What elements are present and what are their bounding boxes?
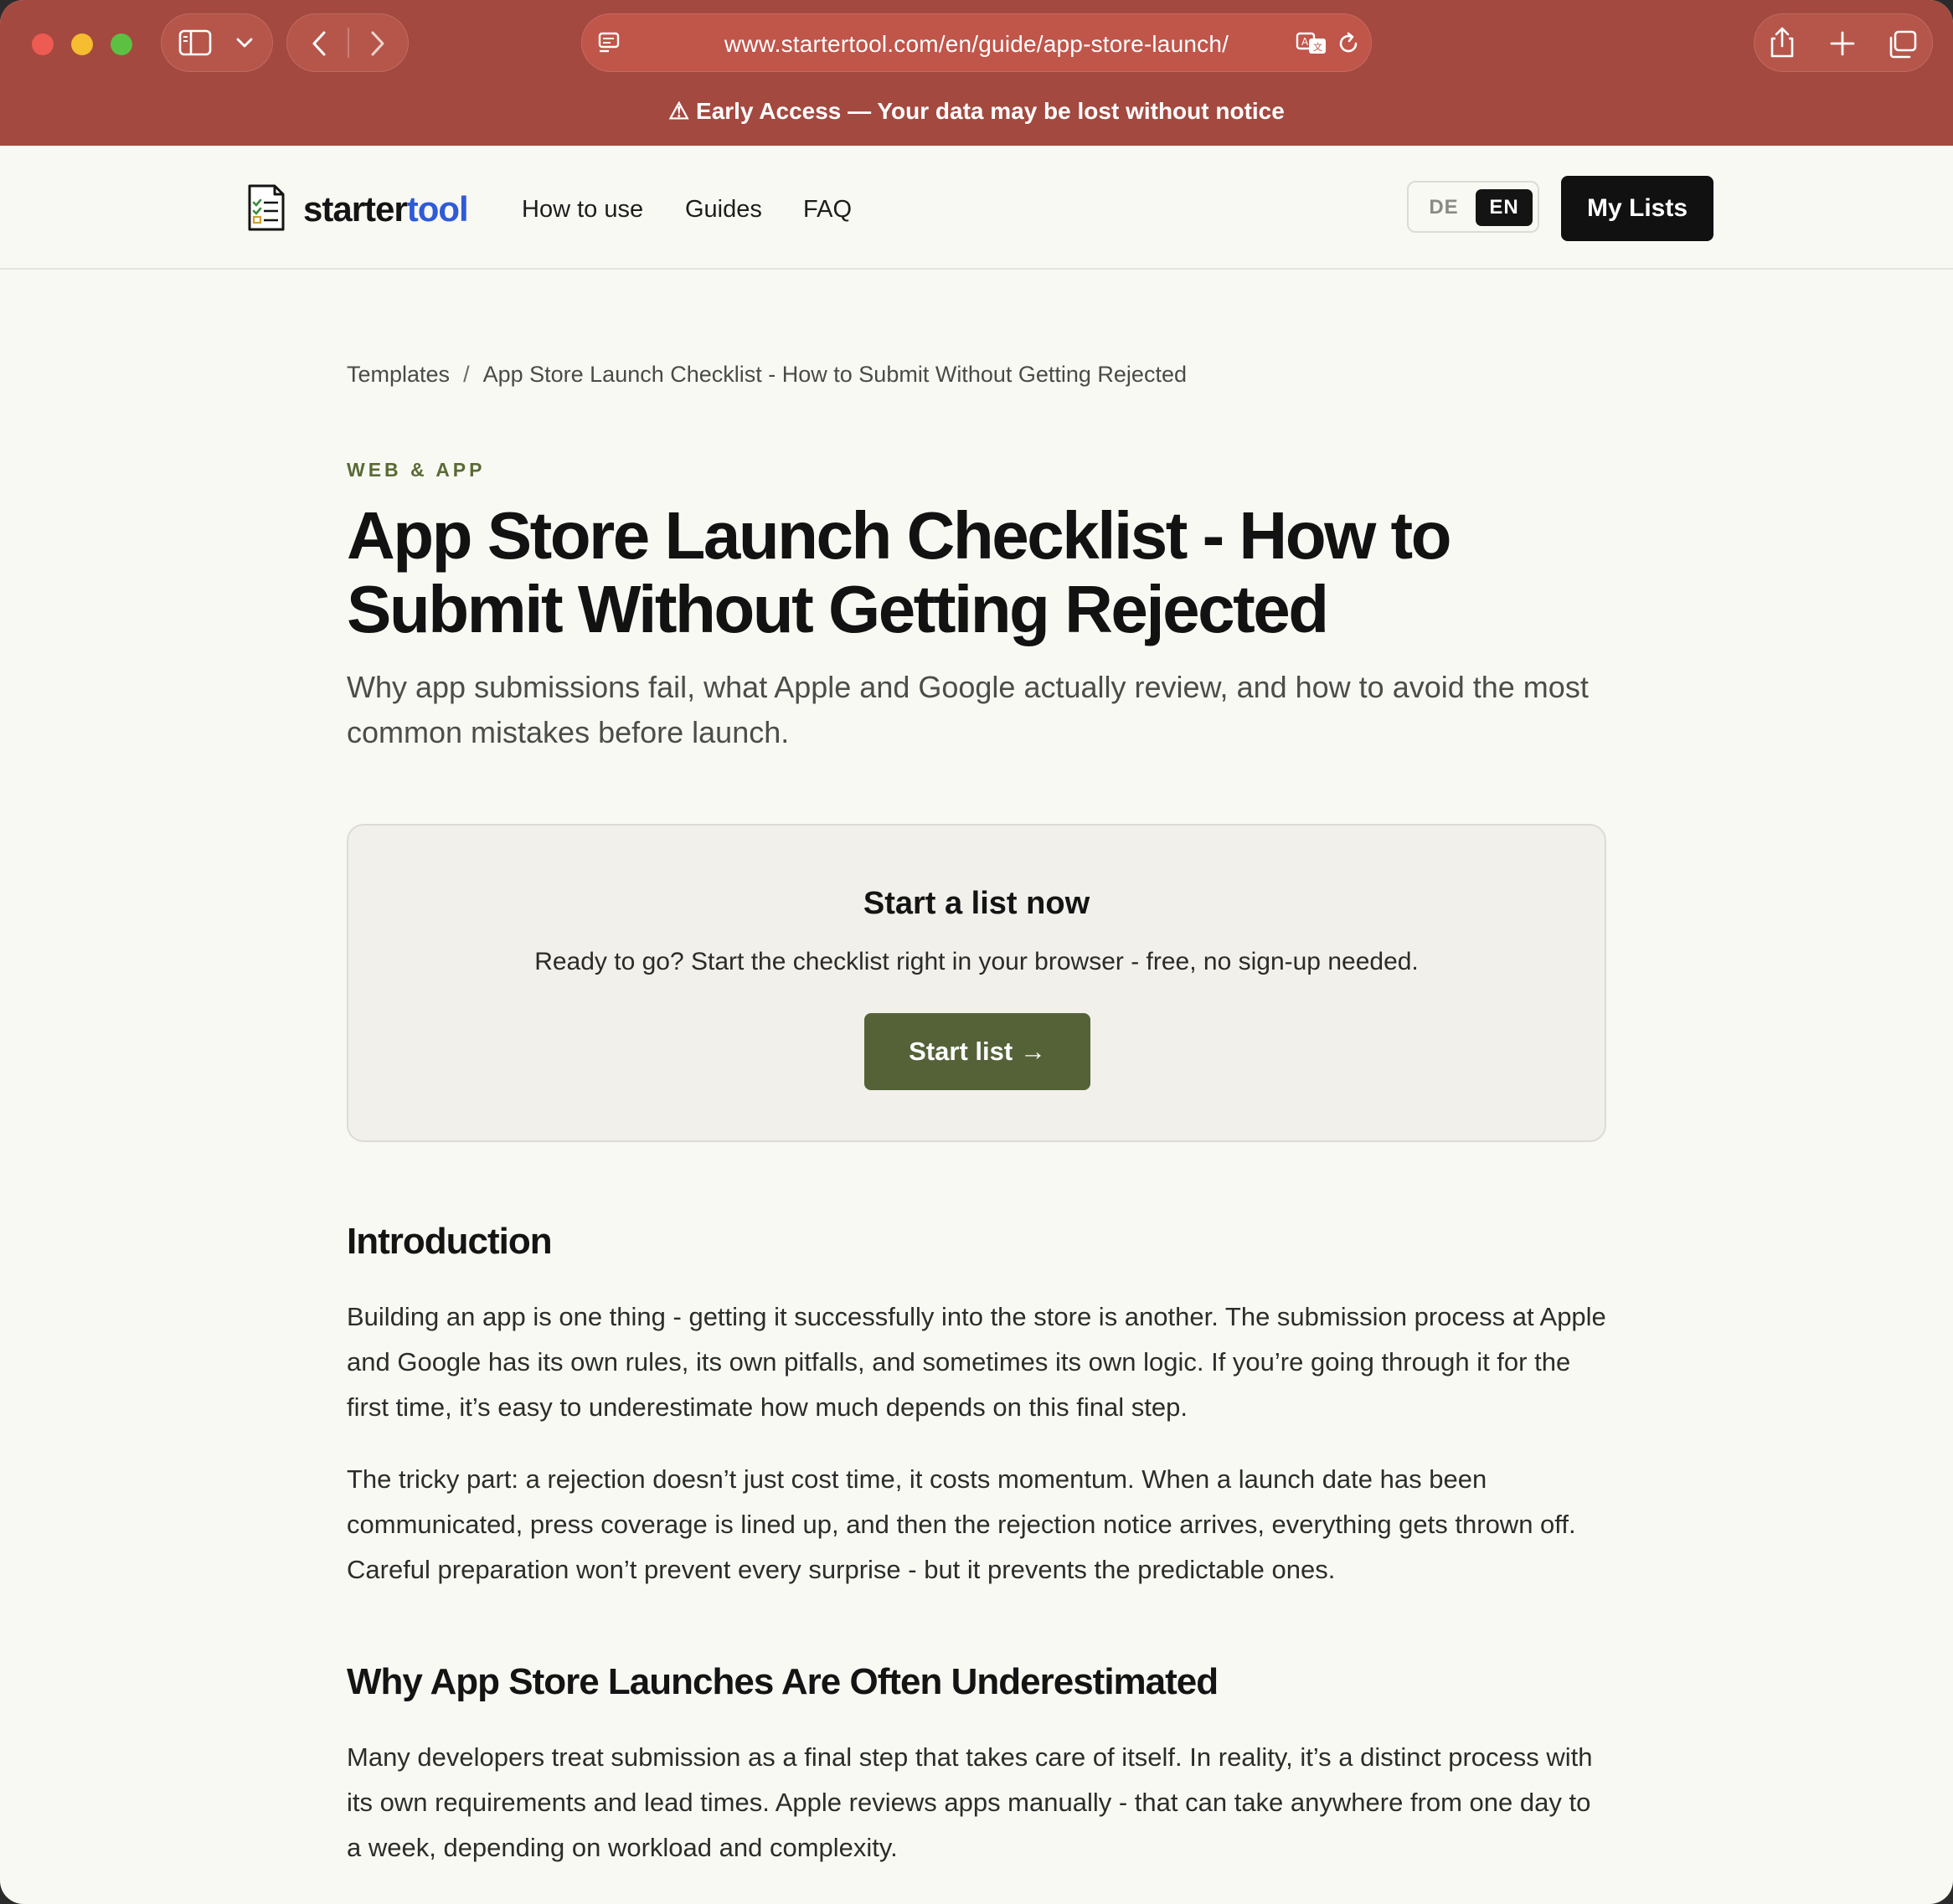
new-tab-icon[interactable] xyxy=(1828,29,1857,58)
window-actions xyxy=(1754,13,1933,72)
share-icon[interactable] xyxy=(1768,26,1796,59)
my-lists-button[interactable]: My Lists xyxy=(1561,176,1713,241)
browser-window: www.startertool.com/en/guide/app-store-l… xyxy=(0,0,1953,1904)
intro-paragraph-2: The tricky part: a rejection doesn’t jus… xyxy=(347,1464,1576,1584)
breadcrumb-current: App Store Launch Checklist - How to Subm… xyxy=(482,362,1187,387)
start-list-card: Start a list now Ready to go? Start the … xyxy=(347,824,1606,1142)
sidebar-toggle-button[interactable] xyxy=(161,13,273,72)
back-icon[interactable] xyxy=(307,29,332,58)
address-bar[interactable]: www.startertool.com/en/guide/app-store-l… xyxy=(581,13,1372,72)
nav-guides[interactable]: Guides xyxy=(685,196,762,224)
tab-overview-icon[interactable] xyxy=(1887,29,1919,59)
language-de-button[interactable]: DE xyxy=(1417,189,1471,226)
language-switcher: DE EN xyxy=(1407,181,1539,233)
language-en-button[interactable]: EN xyxy=(1476,189,1533,226)
section-heading-introduction: Introduction xyxy=(347,1221,553,1262)
site-header: startertool How to use Guides FAQ DE EN … xyxy=(0,146,1953,270)
logo-text-starter: starter xyxy=(303,189,408,229)
category-label: WEB & APP xyxy=(347,459,486,481)
minimize-window-button[interactable] xyxy=(71,33,93,55)
cta-title: Start a list now xyxy=(863,886,1090,921)
nav-how-to-use[interactable]: How to use xyxy=(522,196,643,224)
site-logo[interactable]: startertool xyxy=(303,189,469,229)
forward-icon[interactable] xyxy=(364,29,389,58)
cta-description: Ready to go? Start the checklist right i… xyxy=(534,948,1419,975)
breadcrumb-separator: / xyxy=(463,362,470,387)
early-access-banner: ⚠ Early Access — Your data may be lost w… xyxy=(668,98,1285,124)
underestimated-paragraph-1: Many developers treat submission as a fi… xyxy=(347,1742,1593,1862)
history-navigation xyxy=(286,13,409,72)
url-text: www.startertool.com/en/guide/app-store-l… xyxy=(724,31,1229,57)
translate-icon[interactable]: A 文 xyxy=(1296,31,1329,56)
browser-toolbar: www.startertool.com/en/guide/app-store-l… xyxy=(0,0,1953,146)
zoom-window-button[interactable] xyxy=(111,33,132,55)
svg-text:A: A xyxy=(1301,36,1309,48)
nav-faq[interactable]: FAQ xyxy=(803,196,852,224)
breadcrumb-templates-link[interactable]: Templates xyxy=(347,362,450,387)
reload-icon[interactable] xyxy=(1336,31,1361,56)
close-window-button[interactable] xyxy=(32,33,54,55)
start-list-button[interactable]: Start list → xyxy=(864,1013,1090,1090)
page-subtitle: Why app submissions fail, what Apple and… xyxy=(347,670,1589,749)
sidebar-icon xyxy=(178,29,212,56)
section-heading-underestimated: Why App Store Launches Are Often Underes… xyxy=(347,1661,1219,1702)
svg-text:文: 文 xyxy=(1313,41,1322,53)
logo-text-tool: tool xyxy=(406,189,469,229)
breadcrumb: Templates / App Store Launch Checklist - H… xyxy=(347,362,1187,388)
intro-paragraph-1: Building an app is one thing - getting i… xyxy=(347,1302,1606,1422)
chevron-down-icon xyxy=(236,38,253,48)
page-title: App Store Launch Checklist - How to Subm… xyxy=(347,498,1452,646)
checklist-logo-icon[interactable] xyxy=(245,184,288,231)
